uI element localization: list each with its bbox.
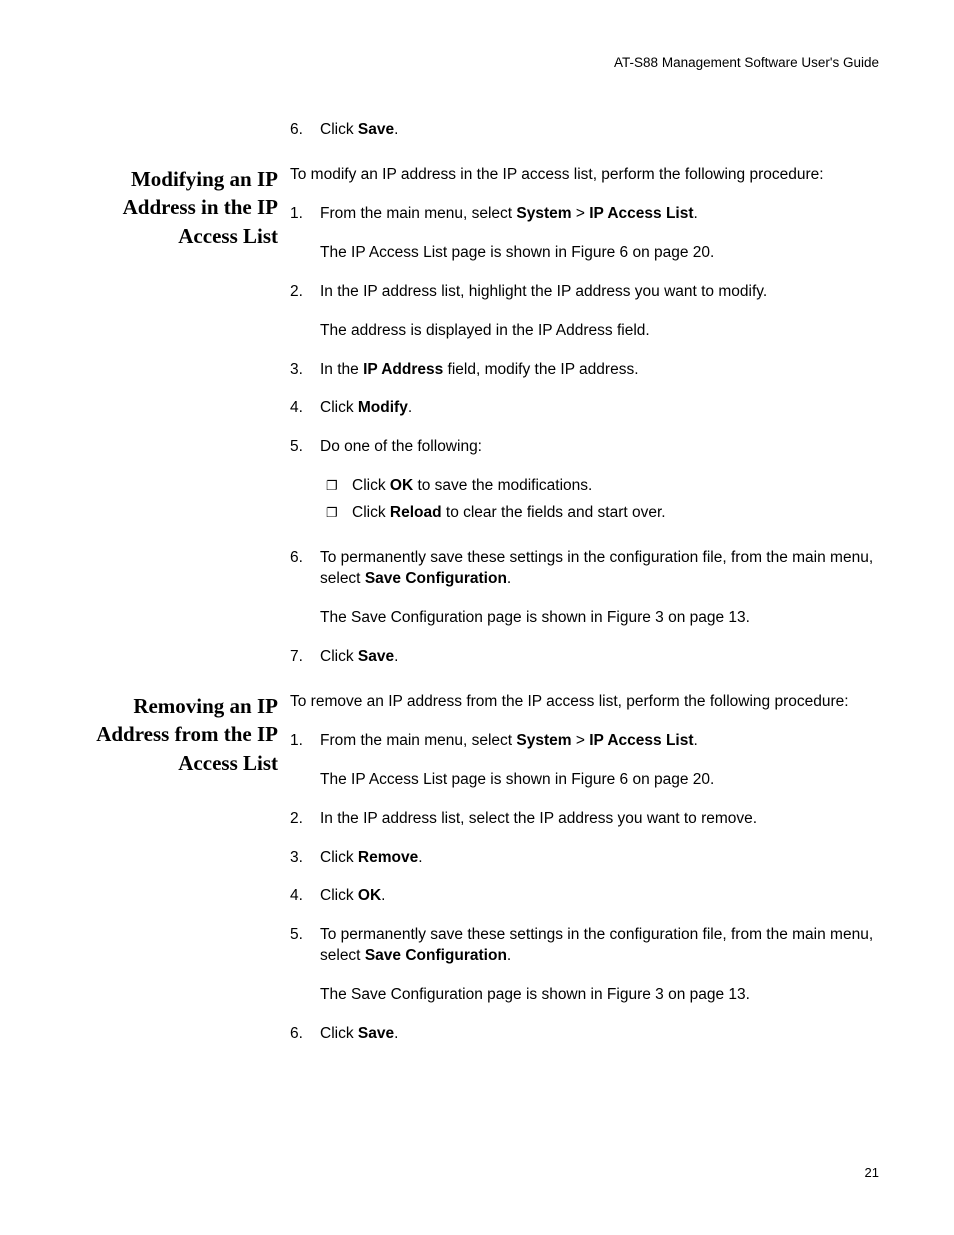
step-body: Click Save. xyxy=(320,647,879,668)
procedure-list: 1.From the main menu, select System > IP… xyxy=(290,204,879,668)
bullet-icon: ❐ xyxy=(326,476,352,497)
step-number: 5. xyxy=(290,925,320,1006)
step-body: From the main menu, select System > IP A… xyxy=(320,731,879,791)
step-body: Do one of the following:❐Click OK to sav… xyxy=(320,437,879,530)
step-body: Click Save. xyxy=(320,1024,879,1045)
step-body: In the IP Address field, modify the IP a… xyxy=(320,360,879,381)
step-note: The IP Access List page is shown in Figu… xyxy=(320,243,879,264)
sub-list-item: ❐Click OK to save the modifications. xyxy=(326,476,879,497)
section-intro: To remove an IP address from the IP acce… xyxy=(290,692,879,713)
step-note: The Save Configuration page is shown in … xyxy=(320,608,879,629)
procedure-list: 1.From the main menu, select System > IP… xyxy=(290,731,879,1045)
list-item: 6.To permanently save these settings in … xyxy=(290,548,879,629)
document-page: AT-S88 Management Software User's Guide … xyxy=(0,0,954,1235)
step-body: From the main menu, select System > IP A… xyxy=(320,204,879,264)
page-header: AT-S88 Management Software User's Guide xyxy=(75,55,879,70)
section-heading: Modifying an IP Address in the IP Access… xyxy=(75,165,278,250)
step-number: 1. xyxy=(290,731,320,791)
step-body: In the IP address list, highlight the IP… xyxy=(320,282,879,342)
step-body: Click Save. xyxy=(320,120,879,141)
step-body: To permanently save these settings in th… xyxy=(320,548,879,629)
list-item: 7.Click Save. xyxy=(290,647,879,668)
list-item: 3.In the IP Address field, modify the IP… xyxy=(290,360,879,381)
step-note: The IP Access List page is shown in Figu… xyxy=(320,770,879,791)
step-body: Click Remove. xyxy=(320,848,879,869)
step-number: 6. xyxy=(290,120,320,141)
step-number: 5. xyxy=(290,437,320,530)
list-item: 2.In the IP address list, select the IP … xyxy=(290,809,879,830)
step-number: 4. xyxy=(290,886,320,907)
page-number: 21 xyxy=(865,1165,879,1180)
step-number: 7. xyxy=(290,647,320,668)
list-item: 3.Click Remove. xyxy=(290,848,879,869)
step-number: 3. xyxy=(290,848,320,869)
step-number: 2. xyxy=(290,282,320,342)
step-number: 6. xyxy=(290,548,320,629)
section-modifying: Modifying an IP Address in the IP Access… xyxy=(75,165,879,686)
page-content: 6. Click Save. Modifying an IP Address i… xyxy=(75,120,879,1063)
step-number: 6. xyxy=(290,1024,320,1045)
continuation-block: 6. Click Save. xyxy=(75,120,879,159)
sub-list-item: ❐Click Reload to clear the fields and st… xyxy=(326,503,879,524)
step-note: The address is displayed in the IP Addre… xyxy=(320,321,879,342)
list-item: 4.Click OK. xyxy=(290,886,879,907)
bullet-icon: ❐ xyxy=(326,503,352,524)
list-item: 1.From the main menu, select System > IP… xyxy=(290,731,879,791)
step-body: In the IP address list, select the IP ad… xyxy=(320,809,879,830)
step-body: Click OK. xyxy=(320,886,879,907)
step-body: Click Modify. xyxy=(320,398,879,419)
section-removing: Removing an IP Address from the IP Acces… xyxy=(75,692,879,1063)
list-item: 6. Click Save. xyxy=(290,120,879,141)
step-body: To permanently save these settings in th… xyxy=(320,925,879,1006)
step-number: 3. xyxy=(290,360,320,381)
list-item: 6.Click Save. xyxy=(290,1024,879,1045)
list-item: 2.In the IP address list, highlight the … xyxy=(290,282,879,342)
list-item: 1.From the main menu, select System > IP… xyxy=(290,204,879,264)
step-number: 1. xyxy=(290,204,320,264)
section-intro: To modify an IP address in the IP access… xyxy=(290,165,879,186)
list-item: 5.Do one of the following:❐Click OK to s… xyxy=(290,437,879,530)
step-number: 2. xyxy=(290,809,320,830)
step-number: 4. xyxy=(290,398,320,419)
list-item: 5.To permanently save these settings in … xyxy=(290,925,879,1006)
list-item: 4.Click Modify. xyxy=(290,398,879,419)
step-note: The Save Configuration page is shown in … xyxy=(320,985,879,1006)
sub-list: ❐Click OK to save the modifications. ❐Cli… xyxy=(320,476,879,524)
section-heading: Removing an IP Address from the IP Acces… xyxy=(75,692,278,777)
